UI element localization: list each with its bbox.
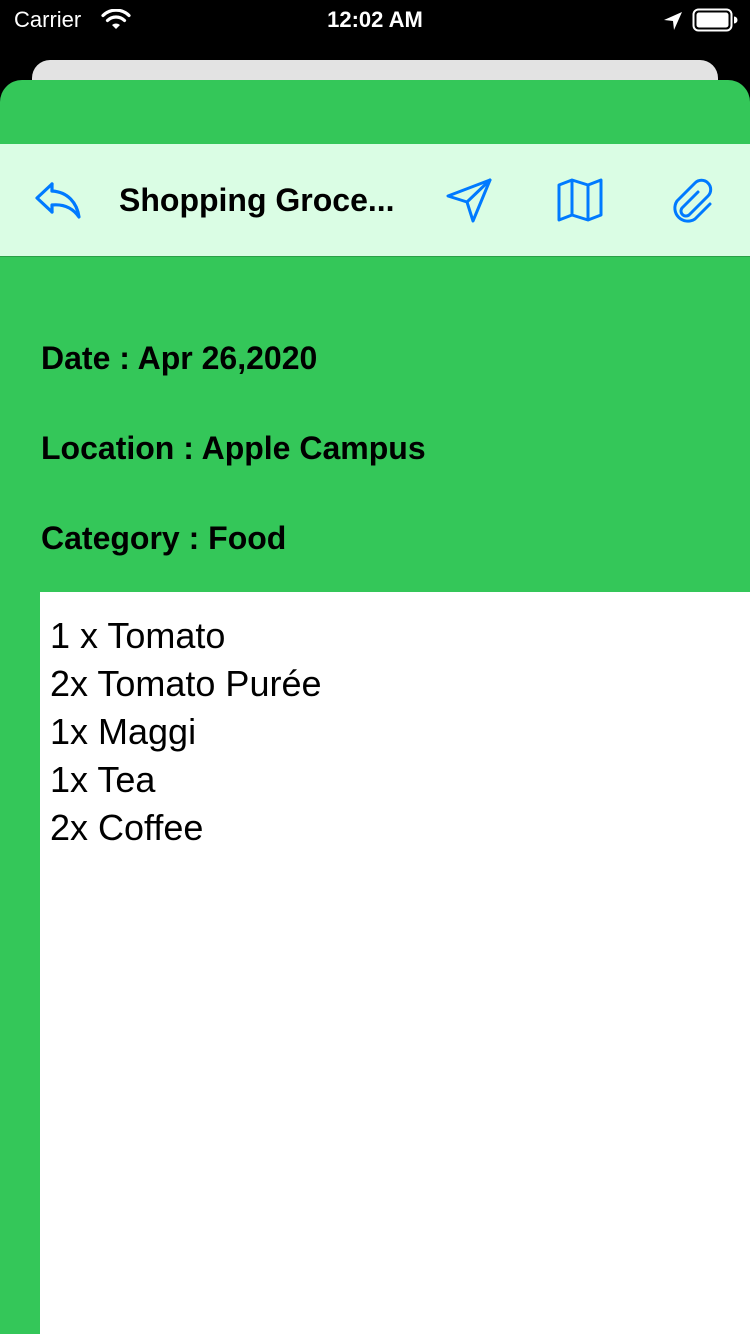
status-bar: Carrier 12:02 AM <box>0 0 750 40</box>
note-line: 1x Tea <box>50 759 156 800</box>
category-label: Category : Food <box>41 520 287 556</box>
detail-sheet: Shopping Groce... Date: Apr 26,2020 Loc… <box>0 80 750 1334</box>
map-icon <box>556 177 604 223</box>
toolbar: Shopping Groce... <box>0 144 750 257</box>
map-button[interactable] <box>556 176 604 224</box>
note-line: 1 x Tomato <box>50 615 226 656</box>
note-line: 2x Coffee <box>50 807 204 848</box>
date-label: Date : Apr 26,2020 <box>41 340 318 376</box>
note-line: 2x Tomato Purée <box>50 663 322 704</box>
reply-icon <box>34 178 82 222</box>
notes-text-area[interactable]: 1 x Tomato 2x Tomato Purée 1x Maggi 1x T… <box>40 592 750 1334</box>
attach-button[interactable] <box>668 176 716 224</box>
send-button[interactable] <box>445 176 493 224</box>
location-label: Location : Apple Campus <box>41 430 426 466</box>
location-arrow-icon <box>662 10 684 32</box>
note-line: 1x Maggi <box>50 711 197 752</box>
back-button[interactable] <box>34 176 82 224</box>
send-icon <box>445 176 493 224</box>
paperclip-icon <box>668 176 716 224</box>
status-time: 12:02 AM <box>327 7 423 32</box>
battery-icon <box>692 8 738 32</box>
toolbar-title: Shopping Groce... <box>119 182 395 218</box>
